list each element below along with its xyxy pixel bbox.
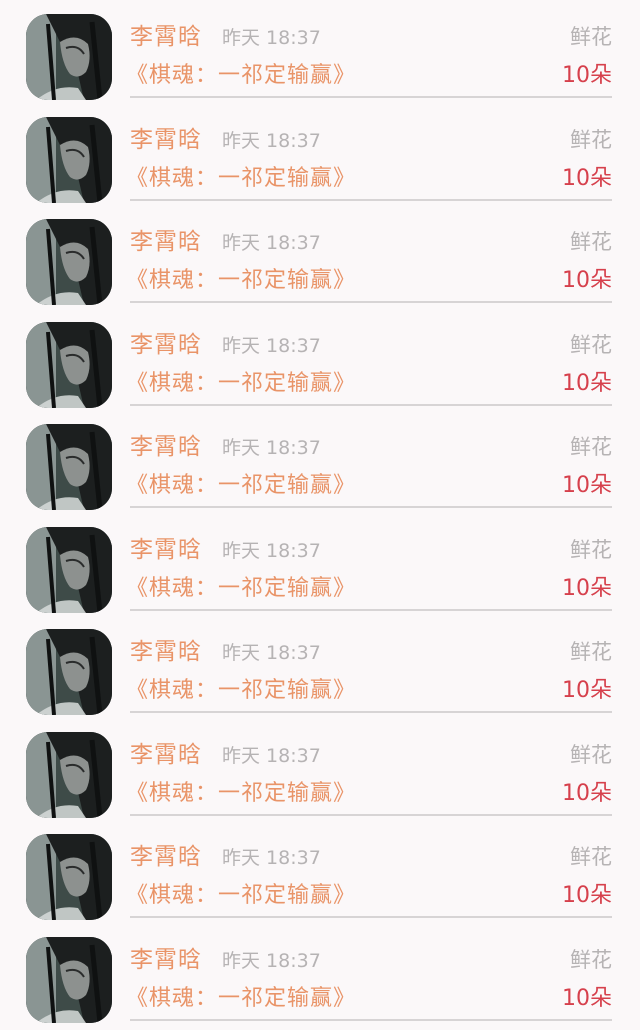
gift-record-row[interactable]: 李霄晗 昨天 18:37 鲜花《棋魂：一祁定输赢》 10朵: [0, 205, 640, 307]
row-divider: [130, 1019, 612, 1021]
user-name[interactable]: 李霄晗: [130, 945, 202, 975]
gift-record-row[interactable]: 李霄晗 昨天 18:37 鲜花《棋魂：一祁定输赢》 10朵: [0, 513, 640, 615]
gift-count: 10朵: [562, 781, 612, 806]
gift-time: 昨天 18:37: [222, 950, 321, 972]
book-title-link[interactable]: 《棋魂：一祁定输赢》: [126, 779, 356, 809]
user-avatar[interactable]: [26, 14, 112, 100]
user-avatar[interactable]: [26, 424, 112, 510]
user-name[interactable]: 李霄晗: [130, 535, 202, 565]
gift-type: 鲜花: [570, 640, 612, 664]
gift-type: 鲜花: [570, 743, 612, 767]
row-divider: [130, 301, 612, 303]
gift-type: 鲜花: [570, 845, 612, 869]
user-name[interactable]: 李霄晗: [130, 125, 202, 155]
book-title-link[interactable]: 《棋魂：一祁定输赢》: [126, 61, 356, 91]
gift-type: 鲜花: [570, 948, 612, 972]
gift-record-row[interactable]: 李霄晗 昨天 18:37 鲜花《棋魂：一祁定输赢》 10朵: [0, 308, 640, 410]
user-name[interactable]: 李霄晗: [130, 432, 202, 462]
book-title-link[interactable]: 《棋魂：一祁定输赢》: [126, 676, 356, 706]
user-avatar[interactable]: [26, 117, 112, 203]
gift-time: 昨天 18:37: [222, 27, 321, 49]
row-divider: [130, 96, 612, 98]
gift-time: 昨天 18:37: [222, 642, 321, 664]
user-avatar[interactable]: [26, 219, 112, 305]
user-name[interactable]: 李霄晗: [130, 637, 202, 667]
gift-record-row[interactable]: 李霄晗 昨天 18:37 鲜花《棋魂：一祁定输赢》 10朵: [0, 718, 640, 820]
gift-record-row[interactable]: 李霄晗 昨天 18:37 鲜花《棋魂：一祁定输赢》 10朵: [0, 410, 640, 512]
book-title-link[interactable]: 《棋魂：一祁定输赢》: [126, 266, 356, 296]
gift-count: 10朵: [562, 166, 612, 191]
user-avatar[interactable]: [26, 834, 112, 920]
gift-time: 昨天 18:37: [222, 335, 321, 357]
book-title-link[interactable]: 《棋魂：一祁定输赢》: [126, 164, 356, 194]
gift-count: 10朵: [562, 883, 612, 908]
book-title-link[interactable]: 《棋魂：一祁定输赢》: [126, 369, 356, 399]
book-title-link[interactable]: 《棋魂：一祁定输赢》: [126, 471, 356, 501]
gift-time: 昨天 18:37: [222, 437, 321, 459]
user-name[interactable]: 李霄晗: [130, 22, 202, 52]
gift-count: 10朵: [562, 986, 612, 1011]
row-divider: [130, 916, 612, 918]
row-divider: [130, 711, 612, 713]
user-avatar[interactable]: [26, 322, 112, 408]
gift-count: 10朵: [562, 63, 612, 88]
gift-record-row[interactable]: 李霄晗 昨天 18:37 鲜花《棋魂：一祁定输赢》 10朵: [0, 103, 640, 205]
gift-time: 昨天 18:37: [222, 847, 321, 869]
gift-time: 昨天 18:37: [222, 130, 321, 152]
row-divider: [130, 814, 612, 816]
user-name[interactable]: 李霄晗: [130, 227, 202, 257]
gift-count: 10朵: [562, 473, 612, 498]
gift-record-row[interactable]: 李霄晗 昨天 18:37 鲜花《棋魂：一祁定输赢》 10朵: [0, 615, 640, 717]
gift-record-row[interactable]: 李霄晗 昨天 18:37 鲜花《棋魂：一祁定输赢》 10朵: [0, 820, 640, 922]
gift-type: 鲜花: [570, 230, 612, 254]
user-avatar[interactable]: [26, 937, 112, 1023]
gift-type: 鲜花: [570, 128, 612, 152]
gift-type: 鲜花: [570, 333, 612, 357]
gift-record-row[interactable]: 李霄晗 昨天 18:37 鲜花《棋魂：一祁定输赢》 10朵: [0, 0, 640, 102]
gift-record-row[interactable]: 李霄晗 昨天 18:37 鲜花《棋魂：一祁定输赢》 10朵: [0, 923, 640, 1025]
gift-type: 鲜花: [570, 25, 612, 49]
row-divider: [130, 404, 612, 406]
user-avatar[interactable]: [26, 527, 112, 613]
user-avatar[interactable]: [26, 732, 112, 818]
row-divider: [130, 199, 612, 201]
gift-type: 鲜花: [570, 538, 612, 562]
gift-count: 10朵: [562, 576, 612, 601]
gift-time: 昨天 18:37: [222, 232, 321, 254]
row-divider: [130, 609, 612, 611]
gift-type: 鲜花: [570, 435, 612, 459]
user-name[interactable]: 李霄晗: [130, 740, 202, 770]
book-title-link[interactable]: 《棋魂：一祁定输赢》: [126, 984, 356, 1014]
book-title-link[interactable]: 《棋魂：一祁定输赢》: [126, 574, 356, 604]
gift-count: 10朵: [562, 371, 612, 396]
gift-time: 昨天 18:37: [222, 745, 321, 767]
user-name[interactable]: 李霄晗: [130, 330, 202, 360]
row-divider: [130, 506, 612, 508]
book-title-link[interactable]: 《棋魂：一祁定输赢》: [126, 881, 356, 911]
user-avatar[interactable]: [26, 629, 112, 715]
gift-record-list: 李霄晗 昨天 18:37 鲜花 《棋魂：一祁定输赢》 10朵 李霄晗 昨天 18:37 鲜花《…: [0, 0, 640, 1030]
gift-count: 10朵: [562, 678, 612, 703]
user-name[interactable]: 李霄晗: [130, 842, 202, 872]
gift-time: 昨天 18:37: [222, 540, 321, 562]
gift-count: 10朵: [562, 268, 612, 293]
